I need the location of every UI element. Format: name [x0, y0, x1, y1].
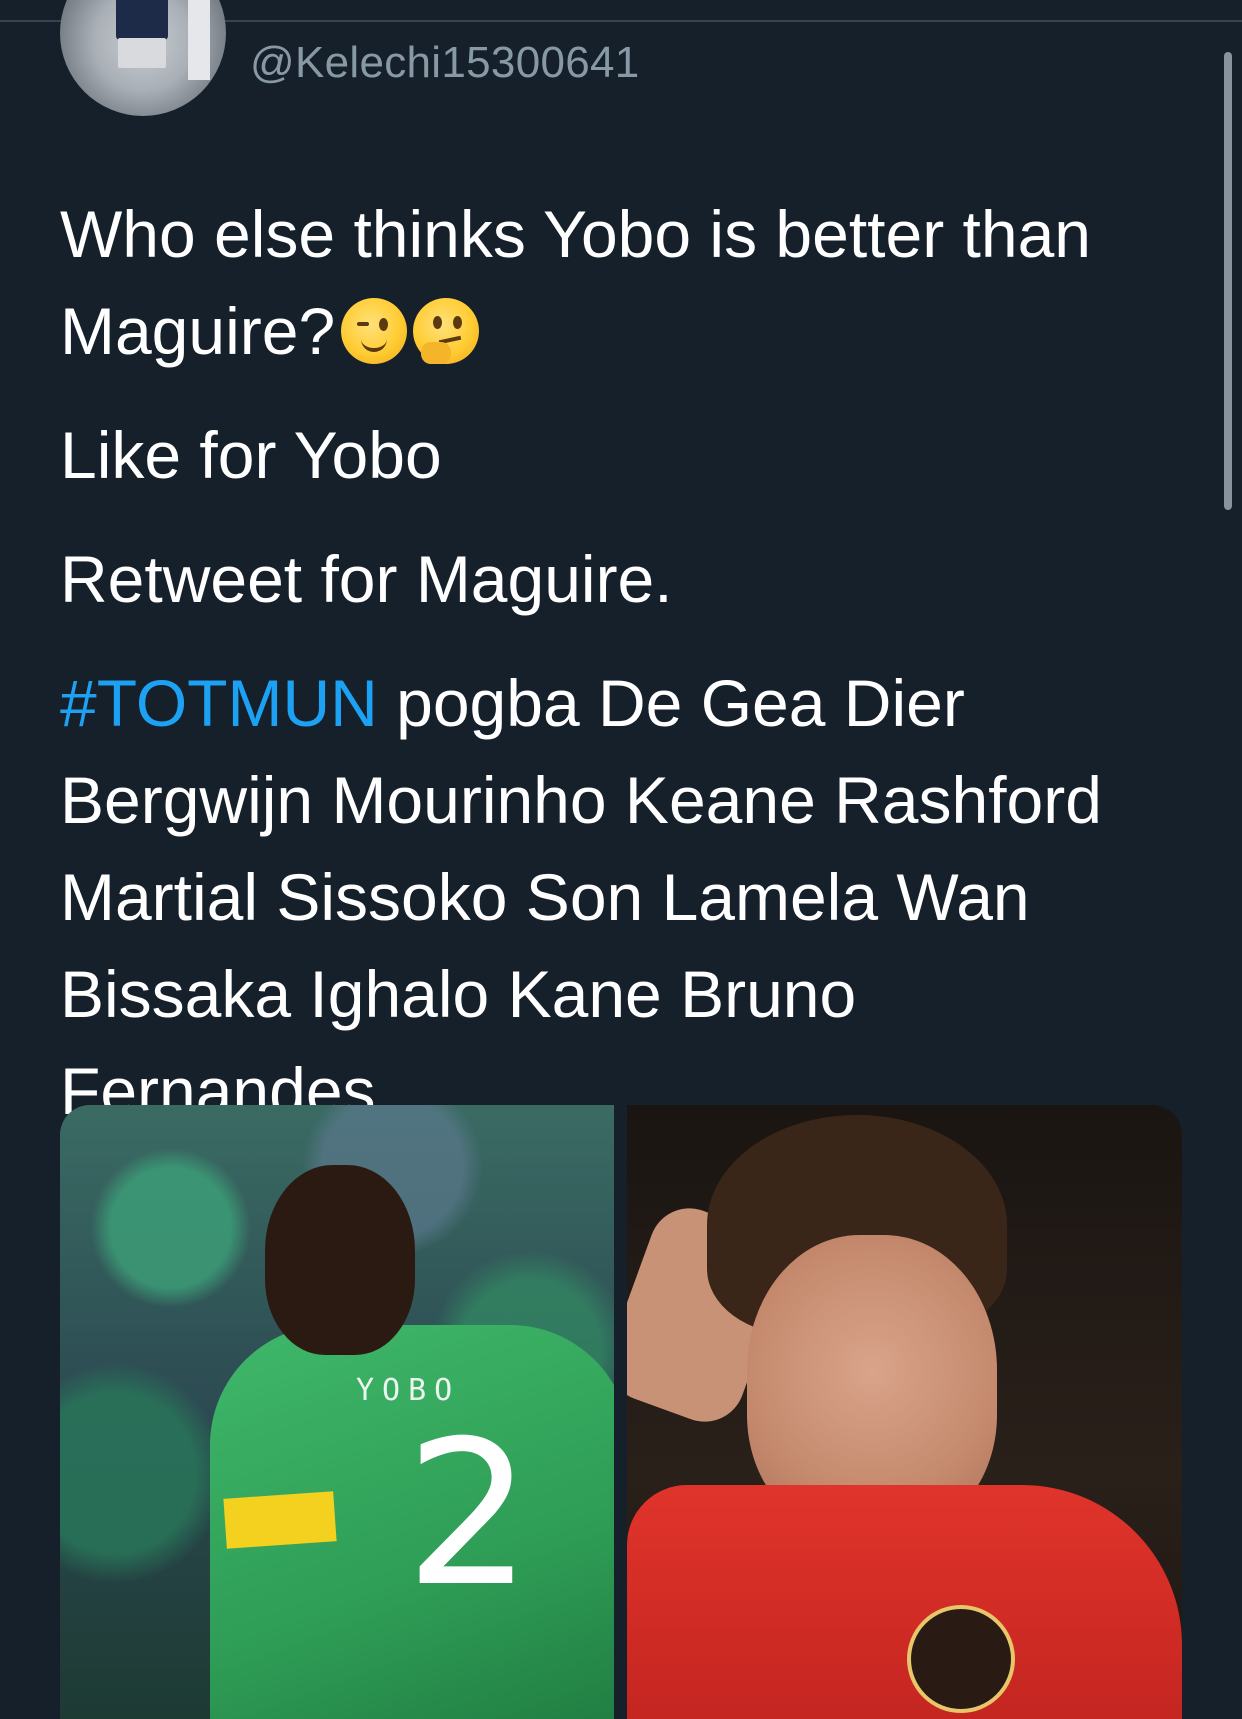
thinking-face-icon [413, 298, 480, 364]
winking-face-icon [341, 298, 408, 364]
tweet-line-3: Retweet for Maguire. [60, 542, 673, 616]
tweet-line-2: Like for Yobo [60, 418, 442, 492]
avatar[interactable] [60, 0, 226, 116]
media-photo-yobo[interactable]: YOBO 2 [60, 1105, 614, 1719]
tweet-line-1: Who else thinks Yobo is better than Magu… [60, 197, 1091, 368]
media-photo-maguire[interactable] [627, 1105, 1182, 1719]
jersey-number: 2 [405, 1398, 533, 1631]
hashtag-link[interactable]: #TOTMUN [60, 666, 378, 740]
tweet-text: Who else thinks Yobo is better than Magu… [60, 186, 1180, 1167]
user-handle[interactable]: @Kelechi15300641 [250, 38, 640, 88]
club-crest-icon [907, 1605, 1015, 1713]
tweet-media: YOBO 2 [60, 1105, 1182, 1719]
tweet-line-4: #TOTMUN pogba De Gea Dier Bergwijn Mouri… [60, 666, 1102, 1128]
tweet-screen: @Kelechi15300641 Who else thinks Yobo is… [0, 0, 1242, 1719]
scrollbar[interactable] [1224, 52, 1232, 510]
